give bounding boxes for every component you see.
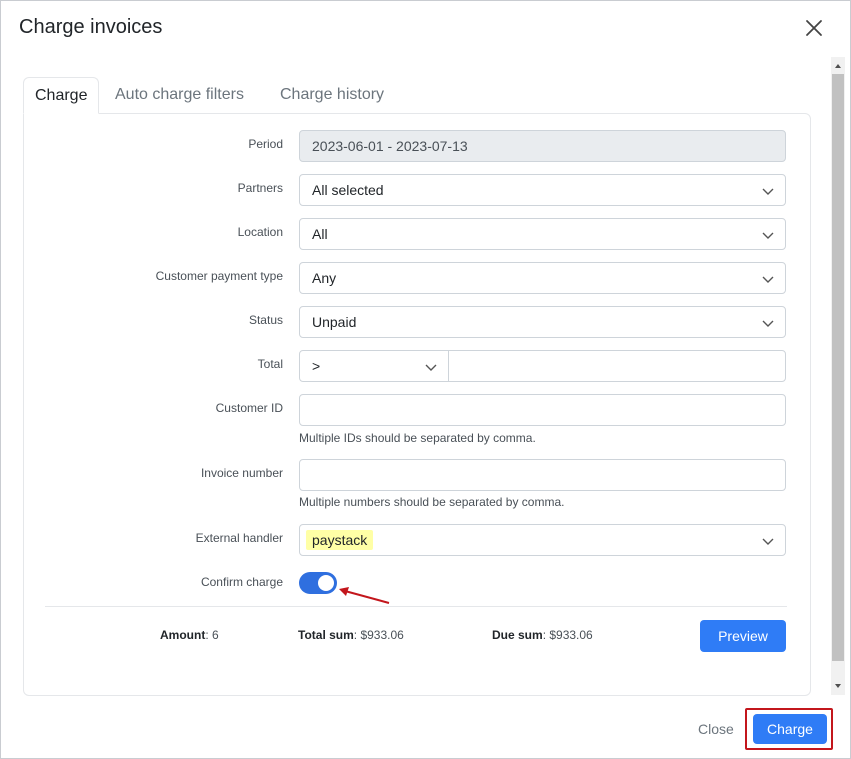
- charge-invoices-dialog: Charge invoices Charge Auto charge filte…: [0, 0, 851, 759]
- status-label: Status: [248, 313, 283, 327]
- chevron-down-icon: [761, 316, 775, 330]
- scroll-down-arrow-icon[interactable]: [831, 679, 845, 693]
- invoice-number-help: Multiple numbers should be separated by …: [299, 495, 565, 509]
- invoice-number-input[interactable]: [299, 459, 786, 491]
- location-select[interactable]: All: [299, 218, 786, 250]
- tab-auto-charge-filters[interactable]: Auto charge filters: [115, 77, 244, 114]
- customer-id-label: Customer ID: [215, 401, 283, 415]
- period-label: Period: [248, 137, 283, 151]
- close-button[interactable]: Close: [698, 721, 734, 737]
- due-sum-value: : $933.06: [542, 628, 593, 642]
- chevron-down-icon: [761, 228, 775, 242]
- external-handler-select[interactable]: paystack: [299, 524, 786, 556]
- confirm-charge-toggle[interactable]: [299, 572, 337, 594]
- status-value: Unpaid: [312, 314, 357, 330]
- tab-charge[interactable]: Charge: [23, 77, 100, 114]
- dialog-title: Charge invoices: [19, 16, 163, 38]
- period-value: 2023-06-01 - 2023-07-13: [312, 138, 468, 154]
- amount-value: : 6: [205, 628, 219, 642]
- payment-type-value: Any: [312, 270, 337, 286]
- summary-divider: [45, 606, 787, 607]
- partners-label: Partners: [237, 181, 283, 195]
- preview-button[interactable]: Preview: [700, 620, 786, 652]
- status-select[interactable]: Unpaid: [299, 306, 786, 338]
- invoice-number-label: Invoice number: [200, 466, 283, 480]
- scrollbar-thumb[interactable]: [832, 74, 844, 661]
- payment-type-select[interactable]: Any: [299, 262, 786, 294]
- amount-summary: Amount: 6: [160, 628, 219, 642]
- customer-id-input[interactable]: [299, 394, 786, 426]
- charge-button[interactable]: Charge: [753, 714, 827, 744]
- total-value-input[interactable]: [448, 350, 786, 382]
- location-label: Location: [237, 225, 283, 239]
- chevron-down-icon: [761, 534, 775, 548]
- amount-label: Amount: [160, 628, 206, 642]
- annotation-arrow-icon: [339, 587, 390, 604]
- total-sum-value: : $933.06: [353, 628, 404, 642]
- close-icon[interactable]: [802, 16, 826, 40]
- total-sum-summary: Total sum: $933.06: [298, 628, 404, 642]
- scroll-up-arrow-icon[interactable]: [831, 59, 845, 73]
- period-field[interactable]: 2023-06-01 - 2023-07-13: [299, 130, 786, 162]
- tab-charge-history[interactable]: Charge history: [280, 77, 384, 114]
- due-sum-summary: Due sum: $933.06: [492, 628, 593, 642]
- chevron-down-icon: [761, 184, 775, 198]
- partners-select[interactable]: All selected: [299, 174, 786, 206]
- partners-value: All selected: [312, 182, 384, 198]
- external-handler-label: External handler: [195, 531, 283, 545]
- total-operator-value: >: [312, 358, 321, 374]
- total-label: Total: [257, 357, 283, 371]
- chevron-down-icon: [424, 360, 438, 374]
- due-sum-label: Due sum: [492, 628, 543, 642]
- confirm-charge-label: Confirm charge: [200, 575, 283, 589]
- customer-id-help: Multiple IDs should be separated by comm…: [299, 431, 536, 445]
- external-handler-value: paystack: [306, 530, 374, 550]
- payment-type-label: Customer payment type: [155, 269, 283, 283]
- chevron-down-icon: [761, 272, 775, 286]
- total-operator-select[interactable]: >: [299, 350, 449, 382]
- total-sum-label: Total sum: [298, 628, 354, 642]
- toggle-knob: [318, 575, 334, 591]
- location-value: All: [312, 226, 328, 242]
